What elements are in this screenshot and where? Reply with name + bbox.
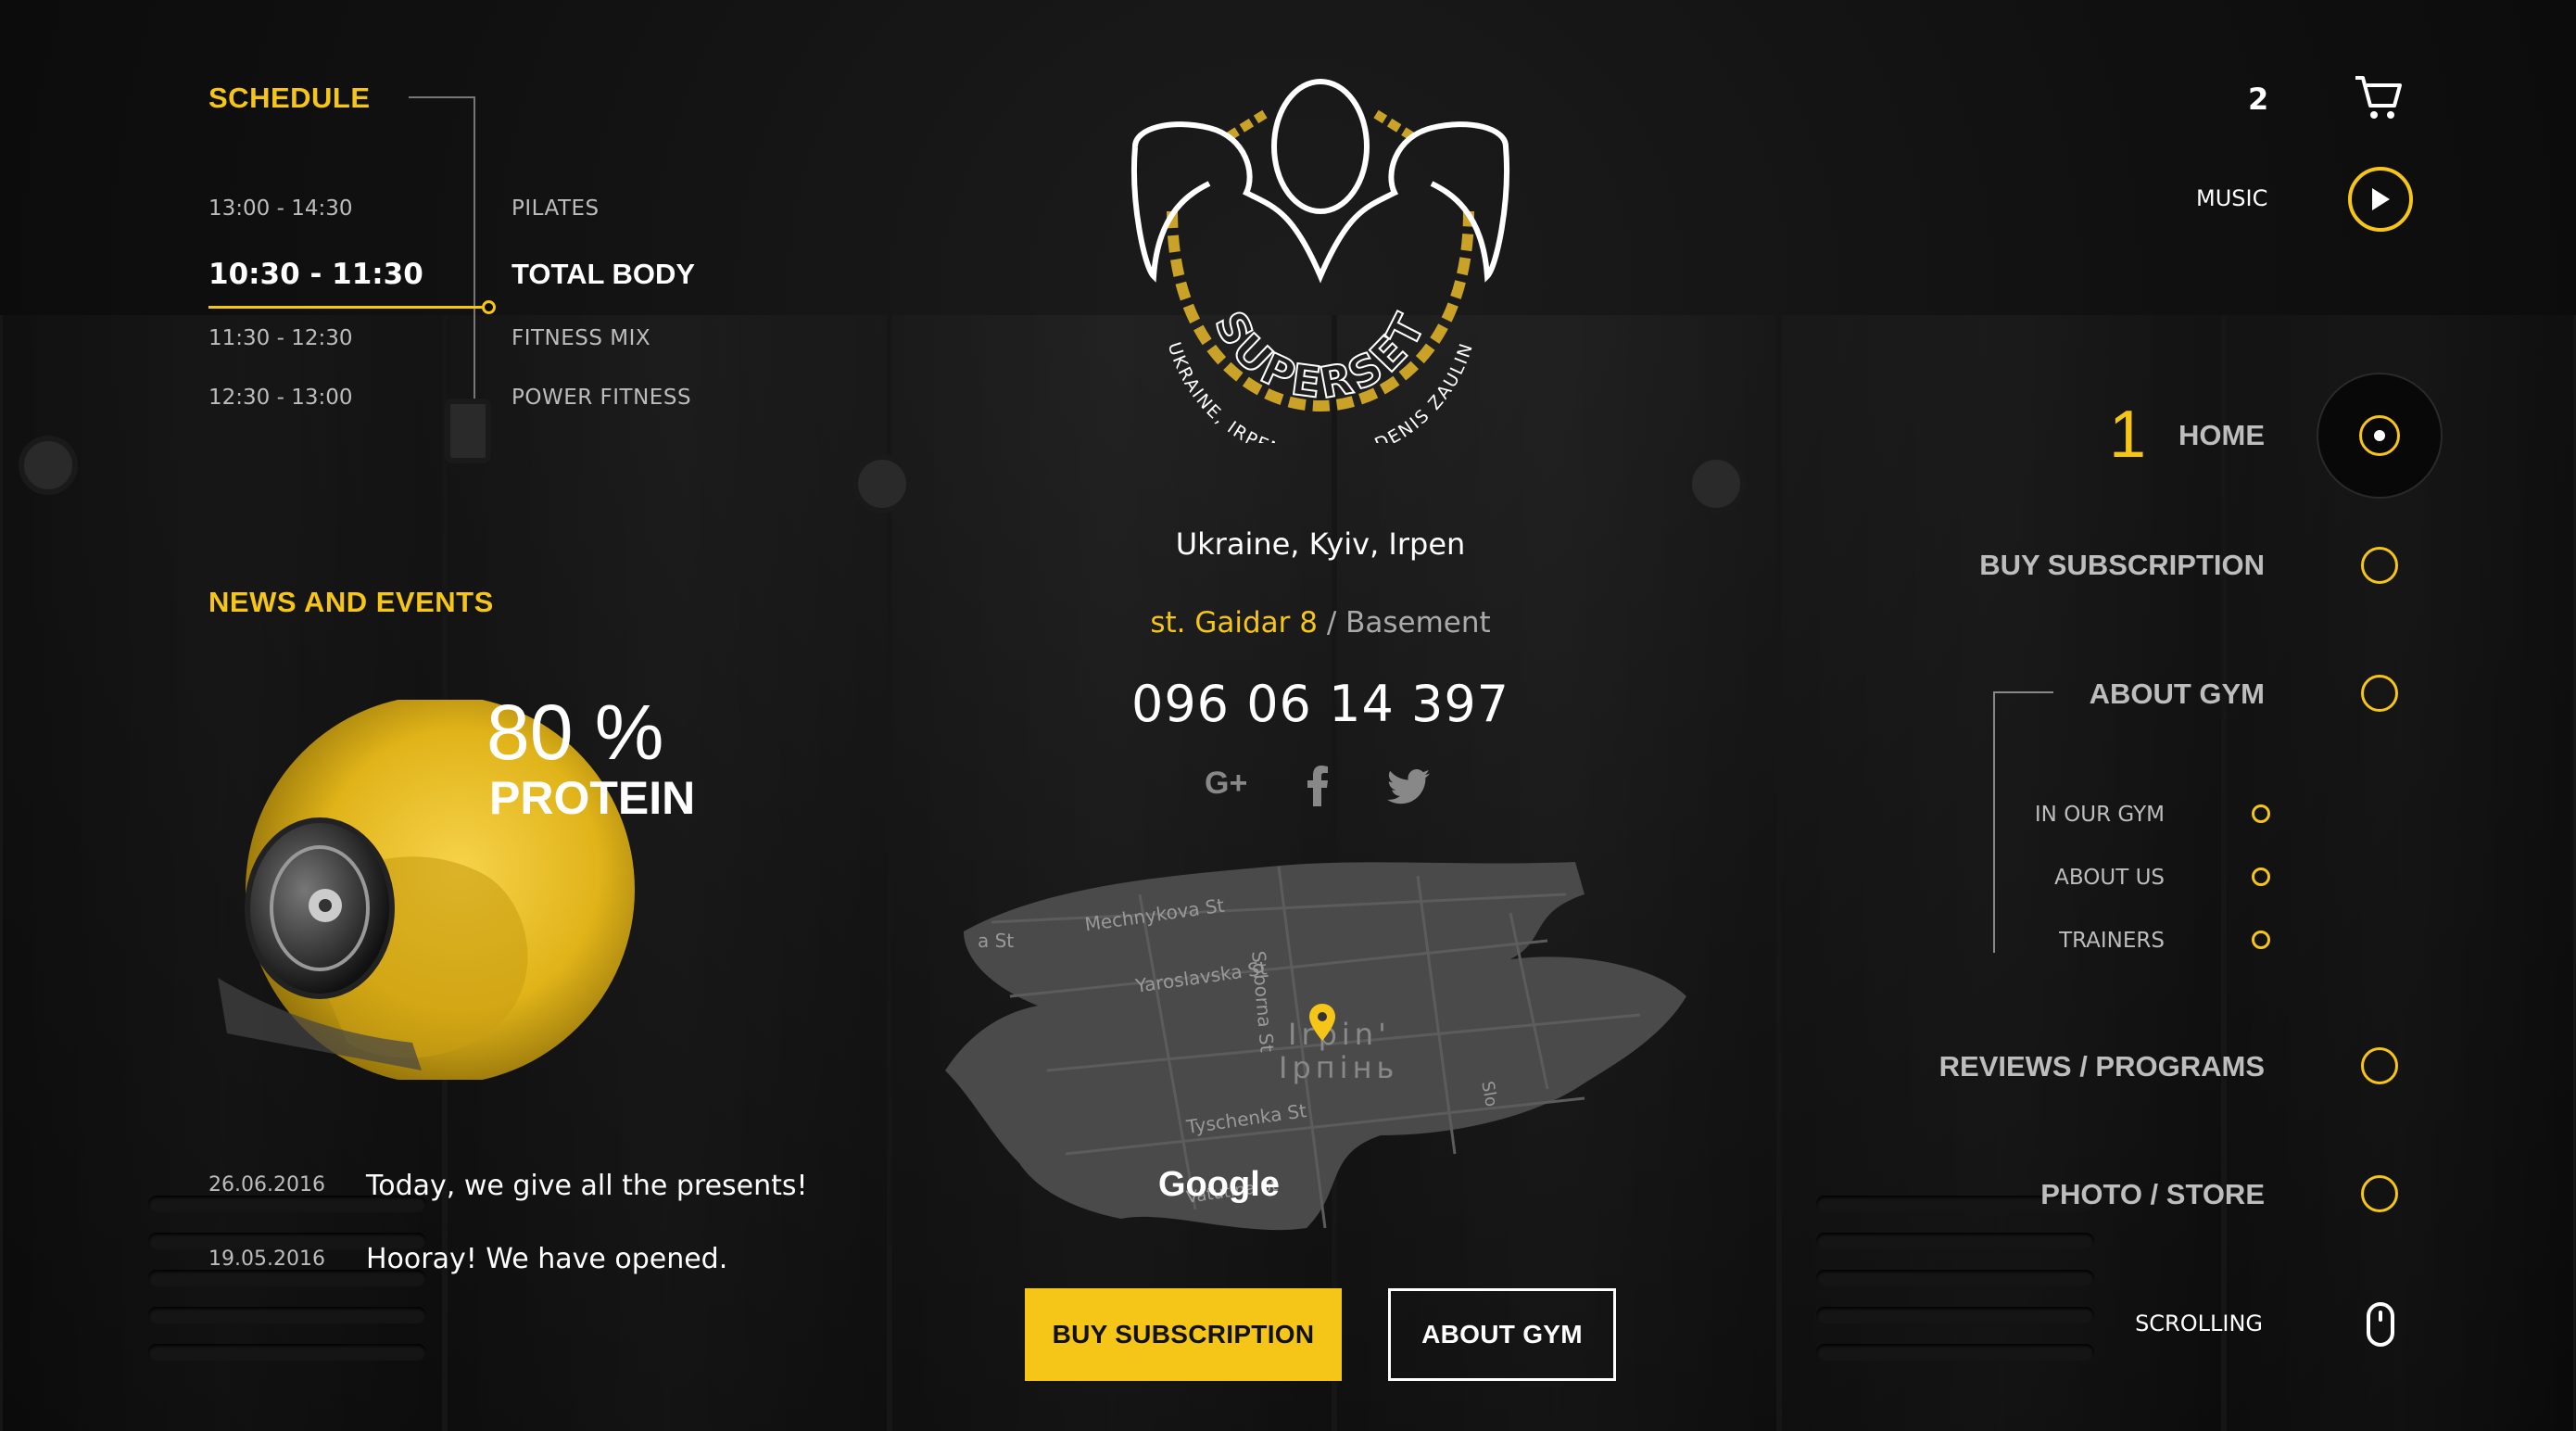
address-separator: / bbox=[1317, 606, 1346, 640]
schedule-time[interactable]: 12:30 - 13:00 bbox=[208, 386, 353, 410]
facebook-icon[interactable] bbox=[1307, 766, 1329, 806]
cart-icon[interactable] bbox=[2354, 74, 2404, 122]
location-text: Ukraine, Kyiv, Irpen bbox=[1175, 526, 1466, 562]
schedule-heading: SCHEDULE bbox=[208, 82, 371, 114]
street-label: Slo bbox=[1477, 1080, 1501, 1108]
nav-dot-buy-subscription[interactable] bbox=[2361, 547, 2398, 584]
nav-item-buy-subscription[interactable]: BUY SUBSCRIPTION bbox=[1853, 549, 2265, 582]
music-label: MUSIC bbox=[2196, 185, 2268, 211]
nav-item-photo-store[interactable]: PHOTO / STORE bbox=[1900, 1178, 2265, 1211]
subnav-dot[interactable] bbox=[2252, 867, 2270, 886]
schedule-active-indicator bbox=[208, 306, 486, 309]
news-date: 26.06.2016 bbox=[208, 1173, 325, 1197]
schedule-class: PILATES bbox=[511, 196, 600, 221]
schedule-time-active[interactable]: 10:30 - 11:30 bbox=[208, 258, 423, 291]
news-date: 19.05.2016 bbox=[208, 1247, 325, 1271]
subnav-item-in-our-gym[interactable]: IN OUR GYM bbox=[1992, 803, 2165, 827]
nav-dot-home-active[interactable] bbox=[2317, 373, 2443, 499]
map-pin-icon[interactable] bbox=[1309, 1004, 1335, 1041]
nav-item-home[interactable]: HOME bbox=[2039, 419, 2265, 452]
google-plus-icon[interactable]: G+ bbox=[1205, 766, 1247, 802]
twitter-icon[interactable] bbox=[1387, 769, 1430, 804]
schedule-active-dot bbox=[482, 300, 496, 314]
about-gym-button[interactable]: ABOUT GYM bbox=[1388, 1288, 1616, 1381]
schedule-time[interactable]: 11:30 - 12:30 bbox=[208, 326, 353, 350]
address-floor: Basement bbox=[1345, 606, 1491, 640]
nav-dot-about-gym[interactable] bbox=[2361, 675, 2398, 712]
schedule-time: 13:00 - 14:30 bbox=[208, 196, 353, 221]
nav-dot-photo-store[interactable] bbox=[2361, 1175, 2398, 1212]
news-title[interactable]: Hooray! We have opened. bbox=[366, 1243, 727, 1275]
street-label: a St bbox=[978, 930, 1015, 952]
nav-dot-center bbox=[2374, 430, 2385, 441]
nav-dot-ring bbox=[2359, 415, 2400, 456]
subnav-dot[interactable] bbox=[2252, 804, 2270, 823]
music-play-button[interactable] bbox=[2348, 167, 2413, 232]
scrolling-label: SCROLLING bbox=[2135, 1311, 2263, 1336]
superset-logo[interactable]: SUPERSET UKRAINE, IRPEN - 2016 - DENIS Z… bbox=[1117, 72, 1524, 443]
mouse-scroll-icon bbox=[2367, 1302, 2394, 1347]
location-map[interactable]: Mechnykova St Soborna St Yaroslavska St … bbox=[936, 857, 1696, 1247]
buy-subscription-button[interactable]: BUY SUBSCRIPTION bbox=[1025, 1288, 1342, 1381]
phone-number[interactable]: 096 06 14 397 bbox=[1084, 675, 1557, 733]
schedule-class-active: TOTAL BODY bbox=[511, 258, 696, 290]
subnav-dot[interactable] bbox=[2252, 931, 2270, 949]
news-title[interactable]: Today, we give all the presents! bbox=[366, 1170, 808, 1202]
map-city-cyrillic: Ірпінь bbox=[1279, 1050, 1399, 1085]
promo-percent: 80 % bbox=[486, 689, 664, 776]
map-city-latin: Irpin' bbox=[1288, 1017, 1391, 1052]
schedule-bracket bbox=[409, 96, 475, 399]
google-logo: Google bbox=[1158, 1165, 1280, 1204]
nav-dot-reviews-programs[interactable] bbox=[2361, 1047, 2398, 1084]
subnav-item-about-us[interactable]: ABOUT US bbox=[1992, 866, 2165, 890]
nav-item-reviews-programs[interactable]: REVIEWS / PROGRAMS bbox=[1807, 1050, 2265, 1083]
address-street: st. Gaidar 8 bbox=[1150, 606, 1318, 640]
schedule-class: FITNESS MIX bbox=[511, 326, 651, 350]
schedule-row[interactable]: 13:00 - 14:30 bbox=[208, 196, 353, 221]
promo-label: PROTEIN bbox=[489, 772, 696, 824]
news-heading: NEWS AND EVENTS bbox=[208, 586, 494, 618]
logo-wordmark: SUPERSET bbox=[1205, 303, 1436, 408]
news-item[interactable]: 19.05.2016 bbox=[208, 1247, 325, 1271]
subnav-item-trainers[interactable]: TRAINERS bbox=[1992, 929, 2165, 953]
cart-count: 2 bbox=[2248, 82, 2269, 117]
schedule-class: POWER FITNESS bbox=[511, 386, 692, 410]
address: st. Gaidar 8 / Basement bbox=[1056, 606, 1585, 640]
play-icon bbox=[2372, 188, 2390, 210]
news-item[interactable]: 26.06.2016 bbox=[208, 1173, 325, 1197]
